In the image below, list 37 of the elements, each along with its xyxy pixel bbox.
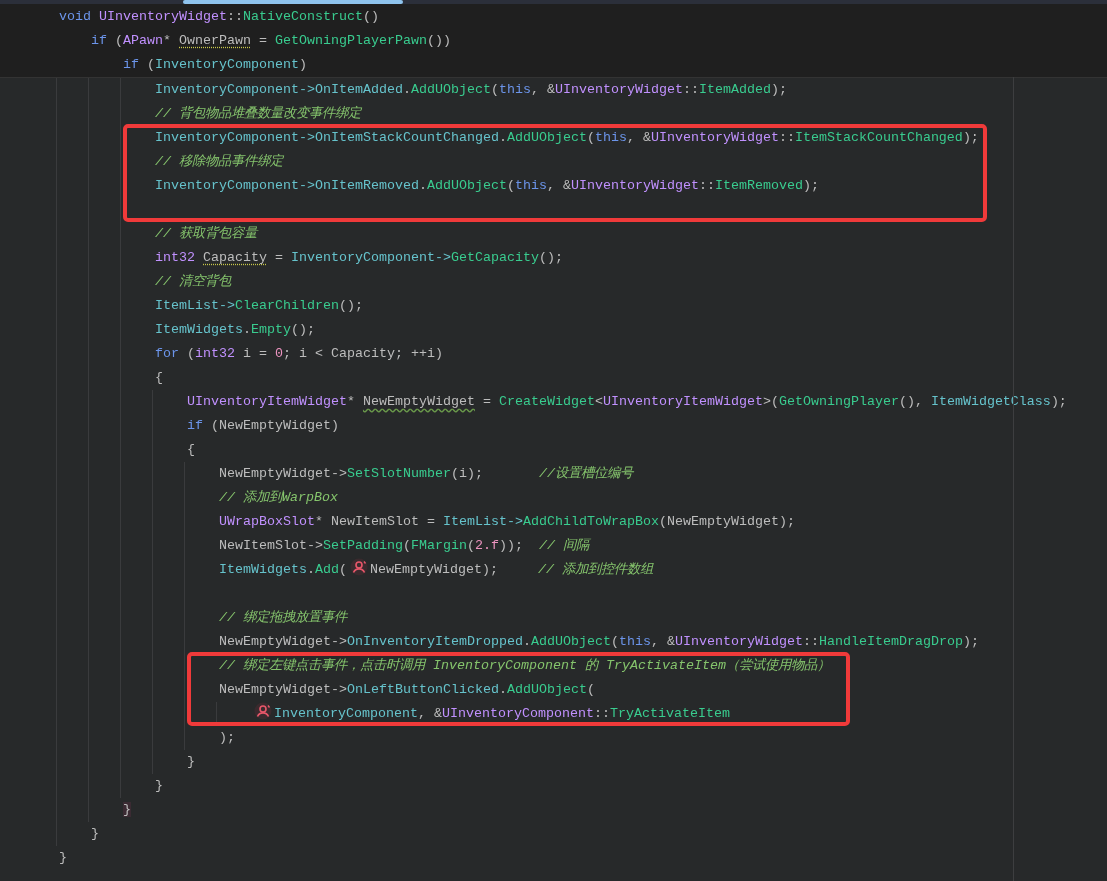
person-icon [350, 558, 368, 576]
code-comment: // 绑定拖拽放置事件 [219, 609, 347, 627]
code-line: InventoryComponent->OnItemRemoved.AddUObject(this, &UInventoryWidget::ItemRemoved); [155, 177, 819, 195]
code-line: ItemList->ClearChildren(); [155, 297, 363, 315]
code-text: NewEmptyWidget); // 添加到控件数组 [370, 561, 653, 579]
code-comment: // 移除物品事件绑定 [155, 153, 283, 171]
code-line: UWrapBoxSlot* NewItemSlot = ItemList->AddChildToWrapBox(NewEmptyWidget); [219, 513, 795, 531]
code-line: ); [219, 729, 235, 747]
code-line: NewEmptyWidget->SetSlotNumber(i); //设置槽位编号 [219, 465, 633, 483]
code-text: InventoryComponent, &UInventoryComponent::TryActivateItem [274, 705, 730, 723]
code-line: if (InventoryComponent) [123, 56, 307, 74]
code-comment: // 添加到WarpBox [219, 489, 338, 507]
code-line: if (APawn* OwnerPawn = GetOwningPlayerPawn()) [91, 32, 451, 50]
code-line: NewItemSlot->SetPadding(FMargin(2.f)); // 间隔 [219, 537, 589, 555]
code-line: InventoryComponent->OnItemStackCountChanged.AddUObject(this, &UInventoryWidget::ItemStackCountChanged); [155, 129, 979, 147]
person-icon [254, 702, 272, 720]
code-line: } [155, 777, 163, 795]
code-line: if (NewEmptyWidget) [187, 417, 339, 435]
code-comment: // 背包物品堆叠数量改变事件绑定 [155, 105, 361, 123]
code-line: void UInventoryWidget::NativeConstruct() [59, 8, 379, 26]
code-line: } [91, 825, 99, 843]
code-line: ItemWidgets.Empty(); [155, 321, 315, 339]
code-line: NewEmptyWidget->OnInventoryItemDropped.AddUObject(this, &UInventoryWidget::HandleItemDragDrop); [219, 633, 979, 651]
code-line: { [187, 441, 195, 459]
code-line: { [155, 369, 163, 387]
code-line: int32 Capacity = InventoryComponent->GetCapacity(); [155, 249, 563, 267]
code-comment: // 清空背包 [155, 273, 231, 291]
scrollbar-thumb[interactable] [183, 0, 403, 4]
code-comment: // 获取背包容量 [155, 225, 257, 243]
code-comment: // 绑定左键点击事件，点击时调用 InventoryComponent 的 TryActivateItem（尝试使用物品） [219, 657, 830, 675]
code-line: InventoryComponent->OnItemAdded.AddUObject(this, &UInventoryWidget::ItemAdded); [155, 81, 787, 99]
code-line: } [59, 849, 67, 867]
code-line: NewEmptyWidget->OnLeftButtonClicked.AddUObject( [219, 681, 595, 699]
code-line: } [187, 753, 195, 771]
code-line: UInventoryItemWidget* NewEmptyWidget = CreateWidget<UInventoryItemWidget>(GetOwningPlayer(), ItemWidgetClass); [187, 393, 1067, 411]
code-line: for (int32 i = 0; i < Capacity; ++i) [155, 345, 443, 363]
code-text: ItemWidgets.Add( [219, 561, 347, 579]
